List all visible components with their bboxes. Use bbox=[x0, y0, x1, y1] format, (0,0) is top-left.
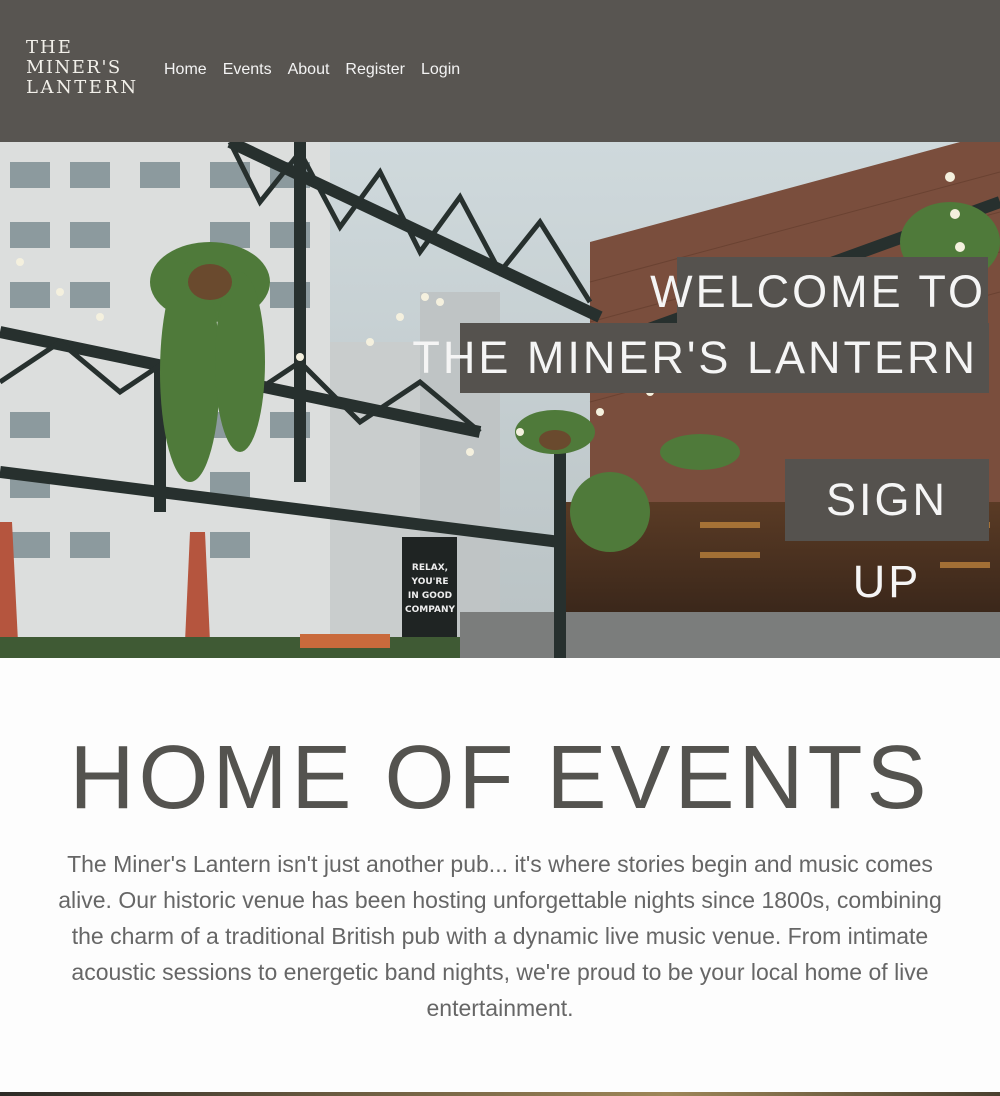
logo-line-2: MINER'S bbox=[26, 57, 122, 78]
next-section-image-edge bbox=[0, 1092, 1000, 1096]
signup-button[interactable]: SIGN UP bbox=[785, 459, 989, 607]
logo-line-1: THE bbox=[26, 37, 73, 58]
main-nav: Home Events About Register Login bbox=[164, 60, 460, 80]
hero-image: RELAX, YOU'RE IN GOOD COMPANY bbox=[0, 142, 1000, 658]
hero-section: RELAX, YOU'RE IN GOOD COMPANY bbox=[0, 142, 1000, 658]
nav-home[interactable]: Home bbox=[164, 60, 207, 80]
nav-login[interactable]: Login bbox=[421, 60, 460, 80]
welcome-heading-line-2: THE MINER'S LANTERN bbox=[412, 332, 978, 383]
nav-about[interactable]: About bbox=[288, 60, 330, 80]
site-logo[interactable]: THE MINER'S LANTERN bbox=[26, 38, 136, 98]
site-header: THE MINER'S LANTERN Home Events About Re… bbox=[0, 0, 1000, 142]
logo-line-3: LANTERN bbox=[26, 77, 139, 98]
sign-line-2: YOU'RE bbox=[411, 577, 449, 587]
sign-line-1: RELAX, bbox=[412, 563, 448, 573]
sign-line-3: IN GOOD bbox=[408, 591, 452, 601]
welcome-heading-line-1: WELCOME TO bbox=[650, 266, 986, 317]
nav-register[interactable]: Register bbox=[345, 60, 405, 80]
page-title: HOME OF EVENTS bbox=[69, 728, 931, 828]
nav-events[interactable]: Events bbox=[223, 60, 272, 80]
sign-line-4: COMPANY bbox=[405, 605, 455, 615]
intro-paragraph: The Miner's Lantern isn't just another p… bbox=[58, 851, 942, 1021]
